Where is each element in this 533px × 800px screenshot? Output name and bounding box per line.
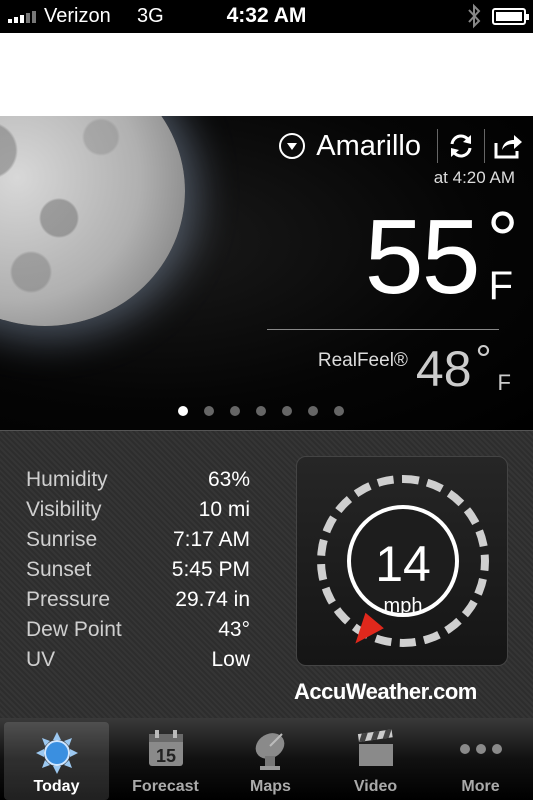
- tab-video[interactable]: Video: [323, 718, 428, 800]
- divider: [267, 329, 499, 330]
- stat-label: Humidity: [26, 468, 108, 491]
- tab-label: Forecast: [132, 778, 199, 795]
- wind-gauge[interactable]: 14 mph: [296, 456, 508, 666]
- location-dropdown-icon[interactable]: [279, 133, 306, 159]
- stat-value: 63%: [207, 468, 250, 491]
- stat-row-dew-point: Dew Point 43°: [26, 615, 250, 645]
- ad-banner[interactable]: [0, 33, 533, 116]
- stat-row-uv: UV Low: [26, 645, 250, 675]
- stat-value: 29.74 in: [175, 588, 250, 611]
- refresh-button[interactable]: [446, 131, 476, 161]
- share-icon: [494, 135, 522, 159]
- stat-label: Visibility: [26, 498, 102, 521]
- page-dot[interactable]: [282, 406, 292, 416]
- page-dot[interactable]: [204, 406, 214, 416]
- share-button[interactable]: [493, 131, 523, 161]
- calendar-day: 15: [155, 746, 175, 766]
- stat-value: 10 mi: [198, 498, 250, 521]
- battery-icon: [492, 8, 529, 25]
- sun-icon: [35, 732, 78, 774]
- status-bar: Verizon 3G 4:32 AM: [0, 0, 533, 33]
- realfeel-unit: F: [497, 370, 511, 395]
- temperature-degree: °: [486, 195, 519, 284]
- stat-row-visibility: Visibility 10 mi: [26, 495, 250, 525]
- bluetooth-icon: [468, 3, 481, 29]
- stat-row-humidity: Humidity 63%: [26, 465, 250, 495]
- current-conditions-panel[interactable]: Amarillo at 4:20 AM 55 ° F RealFeel® 48 …: [0, 116, 533, 430]
- satellite-dish-icon: [255, 733, 284, 770]
- calendar-icon: 15: [148, 730, 183, 766]
- realfeel-label: RealFeel®: [317, 350, 408, 371]
- wind-unit: mph: [383, 595, 423, 617]
- stat-label: Dew Point: [26, 618, 122, 641]
- location-bar: Amarillo: [279, 128, 523, 164]
- tab-today[interactable]: Today: [4, 722, 109, 800]
- stat-label: Sunrise: [26, 528, 98, 551]
- stat-label: Sunset: [26, 558, 92, 581]
- realfeel: RealFeel® 48 ° F: [317, 338, 511, 397]
- tab-forecast[interactable]: 15 Forecast: [113, 718, 218, 800]
- tab-label: Today: [33, 778, 80, 795]
- realfeel-value: 48: [415, 341, 472, 397]
- page-dot[interactable]: [256, 406, 266, 416]
- details-panel: Humidity 63% Visibility 10 mi Sunrise 7:17 …: [0, 430, 533, 718]
- page-dot[interactable]: [334, 406, 344, 416]
- more-dots-icon: [459, 744, 502, 754]
- tab-bar: Today 15 Forecast Maps Video More: [0, 718, 533, 800]
- status-clock: 4:32 AM: [226, 4, 307, 27]
- stat-value: Low: [211, 648, 250, 671]
- temperature-unit: F: [488, 264, 513, 308]
- temperature-value: 55: [364, 198, 481, 316]
- stats-list: Humidity 63% Visibility 10 mi Sunrise 7:17 …: [26, 465, 250, 675]
- tab-maps[interactable]: Maps: [218, 718, 323, 800]
- divider: [437, 129, 438, 163]
- wind-speed: 14: [375, 536, 431, 592]
- page-dot[interactable]: [178, 406, 188, 416]
- stat-label: UV: [26, 648, 56, 671]
- observation-time: at 4:20 AM: [433, 168, 515, 187]
- stat-row-sunrise: Sunrise 7:17 AM: [26, 525, 250, 555]
- clapperboard-icon: [357, 729, 393, 766]
- page-dot[interactable]: [308, 406, 318, 416]
- stat-row-pressure: Pressure 29.74 in: [26, 585, 250, 615]
- tab-label: Video: [353, 778, 398, 795]
- stat-value: 5:45 PM: [171, 558, 250, 581]
- refresh-icon: [450, 134, 472, 158]
- stat-label: Pressure: [26, 588, 111, 611]
- realfeel-degree: °: [475, 338, 492, 382]
- moon-image: [0, 116, 185, 326]
- stat-value: 7:17 AM: [172, 528, 250, 551]
- tab-label: Maps: [250, 778, 291, 795]
- current-temperature: 55 ° F: [364, 198, 519, 316]
- page-indicator[interactable]: [178, 406, 344, 416]
- accuweather-logo[interactable]: AccuWeather.com: [294, 679, 477, 705]
- stat-value: 43°: [218, 618, 250, 641]
- page-dot[interactable]: [230, 406, 240, 416]
- tab-more[interactable]: More: [428, 718, 533, 800]
- city-name[interactable]: Amarillo: [316, 130, 421, 163]
- divider: [484, 129, 485, 163]
- stat-row-sunset: Sunset 5:45 PM: [26, 555, 250, 585]
- tab-label: More: [461, 778, 500, 795]
